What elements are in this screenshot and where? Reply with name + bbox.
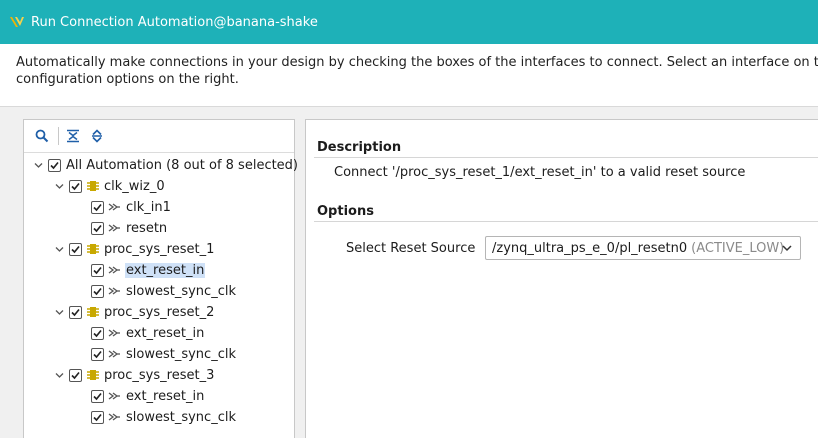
description-heading: Description [317, 140, 402, 155]
section-divider [314, 157, 818, 158]
vivado-logo-icon [10, 17, 24, 27]
chevron-down-icon[interactable] [54, 307, 65, 318]
tree-item-slowest-sync-clk[interactable]: slowest_sync_clk [91, 407, 237, 427]
expand-all-button[interactable] [87, 126, 107, 146]
item-checkbox[interactable] [91, 284, 104, 298]
item-checkbox[interactable] [91, 200, 104, 214]
item-label: slowest_sync_clk [126, 346, 236, 362]
collapse-all-icon [67, 129, 79, 143]
checkmark-icon [71, 245, 80, 253]
item-checkbox[interactable] [91, 221, 104, 235]
options-heading: Options [317, 204, 374, 219]
tree-group-proc-sys-reset-1[interactable]: proc_sys_reset_1 [54, 239, 215, 259]
all-automation-checkbox[interactable] [48, 158, 61, 172]
reset-source-value: /zynq_ultra_ps_e_0/pl_resetn0 [492, 240, 688, 256]
checkmark-icon [93, 203, 102, 211]
checkmark-icon [93, 287, 102, 295]
checkmark-icon [50, 161, 59, 169]
tree-item-slowest-sync-clk[interactable]: slowest_sync_clk [91, 344, 237, 364]
tree-item-clk-in1[interactable]: clk_in1 [91, 197, 172, 217]
tree-toolbar [24, 120, 294, 153]
item-checkbox[interactable] [91, 263, 104, 277]
interface-pin-icon [108, 201, 121, 213]
chevron-down-icon[interactable] [54, 244, 65, 255]
item-label: resetn [126, 220, 168, 236]
section-divider [314, 221, 818, 222]
item-label: slowest_sync_clk [126, 283, 236, 299]
reset-source-polarity: (ACTIVE_LOW) [691, 240, 785, 256]
group-checkbox[interactable] [69, 242, 82, 256]
window-title: Run Connection Automation@banana-shake [31, 14, 318, 30]
chevron-down-icon [782, 245, 792, 252]
description-text: Connect '/proc_sys_reset_1/ext_reset_in'… [334, 165, 746, 180]
expand-all-icon [92, 129, 102, 143]
tree-item-ext-reset-in[interactable]: ext_reset_in [91, 323, 205, 343]
collapse-all-button[interactable] [63, 126, 83, 146]
search-button[interactable] [32, 126, 52, 146]
interface-tree-panel: All Automation (8 out of 8 selected) clk… [23, 119, 298, 438]
item-label: ext_reset_in [125, 262, 206, 278]
details-panel: Description Connect '/proc_sys_reset_1/e… [305, 119, 818, 438]
ip-block-icon [86, 243, 99, 255]
checkmark-icon [93, 392, 102, 400]
group-label: proc_sys_reset_3 [104, 367, 215, 383]
item-checkbox[interactable] [91, 347, 104, 361]
item-checkbox[interactable] [91, 410, 104, 424]
group-label: proc_sys_reset_1 [104, 241, 215, 257]
toolbar-divider [58, 127, 59, 145]
ip-block-icon [86, 306, 99, 318]
reset-source-label: Select Reset Source [346, 241, 476, 256]
checkmark-icon [93, 224, 102, 232]
checkmark-icon [93, 329, 102, 337]
item-label: ext_reset_in [126, 388, 205, 404]
group-checkbox[interactable] [69, 305, 82, 319]
instruction-line-1: Automatically make connections in your d… [16, 55, 818, 70]
chevron-down-icon[interactable] [54, 181, 65, 192]
search-icon [35, 129, 49, 143]
tree-root-all-automation[interactable]: All Automation (8 out of 8 selected) [33, 155, 299, 175]
tree-item-ext-reset-in[interactable]: ext_reset_in [91, 386, 205, 406]
checkmark-icon [71, 371, 80, 379]
tree-group-clk-wiz-0[interactable]: clk_wiz_0 [54, 176, 166, 196]
checkmark-icon [93, 413, 102, 421]
tree-item-slowest-sync-clk[interactable]: slowest_sync_clk [91, 281, 237, 301]
interface-pin-icon [108, 222, 121, 234]
ip-block-icon [86, 369, 99, 381]
tree-root-label: All Automation (8 out of 8 selected) [66, 157, 299, 173]
tree-item-ext-reset-in-selected[interactable]: ext_reset_in [91, 260, 206, 280]
item-checkbox[interactable] [91, 389, 104, 403]
reset-source-dropdown[interactable]: /zynq_ultra_ps_e_0/pl_resetn0 (ACTIVE_LO… [485, 236, 801, 260]
group-label: clk_wiz_0 [104, 178, 165, 194]
item-label: ext_reset_in [126, 325, 205, 341]
interface-pin-icon [108, 390, 121, 402]
checkmark-icon [71, 182, 80, 190]
item-checkbox[interactable] [91, 326, 104, 340]
tree-item-resetn[interactable]: resetn [91, 218, 168, 238]
checkmark-icon [71, 308, 80, 316]
item-label: slowest_sync_clk [126, 409, 236, 425]
ip-block-icon [86, 180, 99, 192]
instruction-line-2: configuration options on the right. [16, 72, 239, 87]
group-checkbox[interactable] [69, 179, 82, 193]
group-checkbox[interactable] [69, 368, 82, 382]
interface-pin-icon [108, 411, 121, 423]
group-label: proc_sys_reset_2 [104, 304, 215, 320]
chevron-down-icon[interactable] [33, 160, 44, 171]
interface-pin-icon [108, 327, 121, 339]
checkmark-icon [93, 350, 102, 358]
item-label: clk_in1 [126, 199, 171, 215]
interface-pin-icon [108, 285, 121, 297]
instruction-banner: Automatically make connections in your d… [0, 44, 818, 107]
checkmark-icon [93, 266, 102, 274]
title-bar: Run Connection Automation@banana-shake [0, 0, 818, 44]
chevron-down-icon[interactable] [54, 370, 65, 381]
interface-pin-icon [108, 348, 121, 360]
tree-group-proc-sys-reset-3[interactable]: proc_sys_reset_3 [54, 365, 215, 385]
interface-pin-icon [108, 264, 121, 276]
tree-group-proc-sys-reset-2[interactable]: proc_sys_reset_2 [54, 302, 215, 322]
